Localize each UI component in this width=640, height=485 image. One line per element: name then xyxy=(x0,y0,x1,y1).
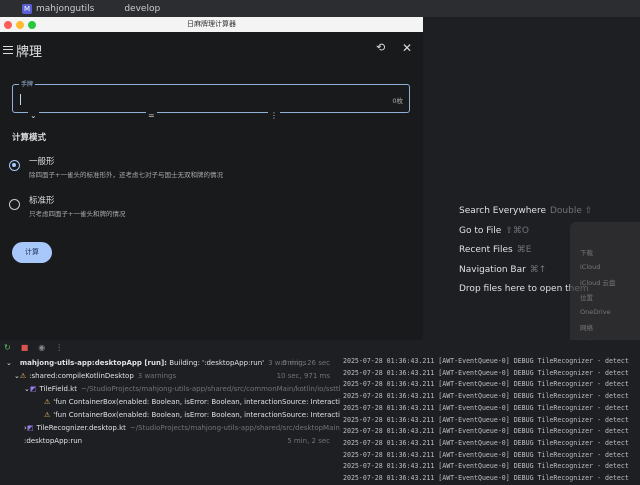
tree-row[interactable]: ⚠'fun ContainerBox(enabled: Boolean, isE… xyxy=(0,408,340,421)
option-desc: 只考虑四面子+一雀头和牌的情况 xyxy=(29,210,126,218)
finder-item[interactable]: OneDrive xyxy=(570,304,640,319)
ide-top-bar: M mahjongutils develop xyxy=(0,0,640,17)
page-title: 牌理 xyxy=(16,45,43,60)
log-line: 2025-07-28 01:36:43.211 [AWT-EventQueue-… xyxy=(343,415,629,424)
close-window-button[interactable] xyxy=(4,20,12,29)
log-line: 2025-07-28 01:36:43.211 [AWT-EventQueue-… xyxy=(343,368,629,377)
radio-general[interactable] xyxy=(9,160,20,171)
log-line: 2025-07-28 01:36:43.211 [AWT-EventQueue-… xyxy=(343,380,629,389)
log-line: 2025-07-28 01:36:43.211 [AWT-EventQueue-… xyxy=(343,357,629,365)
console-log: 2025-07-28 01:36:43.211 [AWT-EventQueue-… xyxy=(343,356,640,485)
build-panel: ↻ ■ ◉ ⋮ ⌄ mahjong-utils-app:desktopApp [… xyxy=(0,340,640,482)
tree-row[interactable]: ⚠'fun ContainerBox(enabled: Boolean, isE… xyxy=(0,395,340,408)
tree-row[interactable]: ⌄ ⚠:shared:compileKotlinDesktop 3 warning… xyxy=(0,369,340,382)
warning-icon: ⚠ xyxy=(44,410,51,419)
log-line: 2025-07-28 01:36:43.211 [AWT-EventQueue-… xyxy=(343,427,629,436)
hand-tiles-input[interactable] xyxy=(12,84,410,113)
app-window: 日麻牌理计算器 牌理 ⟲ ✕ 手牌 0枚 ⌄ = ⋮ 计算模式 一般形 除四面子… xyxy=(0,17,423,340)
log-line: 2025-07-28 01:36:43.211 [AWT-EventQueue-… xyxy=(343,392,629,401)
minimize-window-button[interactable] xyxy=(16,20,24,29)
log-line: 2025-07-28 01:36:43.211 [AWT-EventQueue-… xyxy=(343,474,629,483)
section-title: 计算模式 xyxy=(12,133,47,143)
hand-tiles-label: 手牌 xyxy=(19,79,36,88)
tile-count: 0枚 xyxy=(392,97,403,105)
calculate-button[interactable]: 计算 xyxy=(12,242,52,263)
window-title: 日麻牌理计算器 xyxy=(187,20,236,28)
project-badge: M xyxy=(22,3,32,14)
text-cursor xyxy=(20,94,21,105)
log-line: 2025-07-28 01:36:43.211 [AWT-EventQueue-… xyxy=(343,403,629,412)
tree-row[interactable]: :desktopApp:run 5 min, 2 sec xyxy=(0,434,340,447)
stop-icon[interactable]: ■ xyxy=(21,343,29,352)
finder-item: iCloud xyxy=(580,262,601,271)
tree-row[interactable]: ⌄ ◩ TileField.kt ~/StudioProjects/mahjong-… xyxy=(0,382,340,395)
radio-standard[interactable] xyxy=(9,199,20,210)
eye-icon[interactable]: ◉ xyxy=(38,343,45,352)
option-desc: 除四面子+一雀头的标准形外，还考虑七对子与国士无双和牌的情况 xyxy=(29,171,223,179)
finder-item[interactable]: 下载 xyxy=(570,244,640,259)
finder-item[interactable]: iCloud 云盘 xyxy=(570,274,640,289)
warning-icon: ⚠ xyxy=(19,371,27,380)
history-icon[interactable]: ⟲ xyxy=(376,41,385,54)
finder-item[interactable]: 网络 xyxy=(570,319,640,334)
project-selector[interactable]: mahjongutils xyxy=(36,4,94,14)
close-icon[interactable]: ✕ xyxy=(402,41,412,55)
maximize-window-button[interactable] xyxy=(28,20,36,29)
build-tree: ⌄ mahjong-utils-app:desktopApp [run]: Bu… xyxy=(0,356,340,447)
warning-icon: ⚠ xyxy=(44,397,51,406)
more-icon[interactable]: ⋮ xyxy=(55,343,63,352)
kotlin-file-icon: ◩ xyxy=(29,384,37,393)
menu-icon[interactable] xyxy=(3,46,13,54)
log-line: 2025-07-28 01:36:43.211 [AWT-EventQueue-… xyxy=(343,438,629,447)
branch-selector[interactable]: develop xyxy=(124,4,160,14)
window-titlebar: 日麻牌理计算器 xyxy=(0,17,423,32)
more-vert-icon[interactable]: ⋮ xyxy=(268,111,280,120)
kotlin-file-icon: ◩ xyxy=(26,423,34,432)
option-title: 标准形 xyxy=(29,196,55,206)
log-line: 2025-07-28 01:36:43.211 [AWT-EventQueue-… xyxy=(343,462,629,471)
finder-item: 位置 xyxy=(580,293,593,302)
option-title: 一般形 xyxy=(29,157,55,167)
log-line: 2025-07-28 01:36:43.211 [AWT-EventQueue-… xyxy=(343,450,629,459)
tree-row[interactable]: › ◩ TileRecognizer.desktop.kt ~/StudioProj… xyxy=(0,421,340,434)
tree-row[interactable]: ⌄ mahjong-utils-app:desktopApp [run]: Bu… xyxy=(0,356,340,369)
equal-icon[interactable]: = xyxy=(146,111,157,120)
rerun-icon[interactable]: ↻ xyxy=(4,343,11,352)
chevron-down-icon[interactable]: ⌄ xyxy=(28,111,39,120)
